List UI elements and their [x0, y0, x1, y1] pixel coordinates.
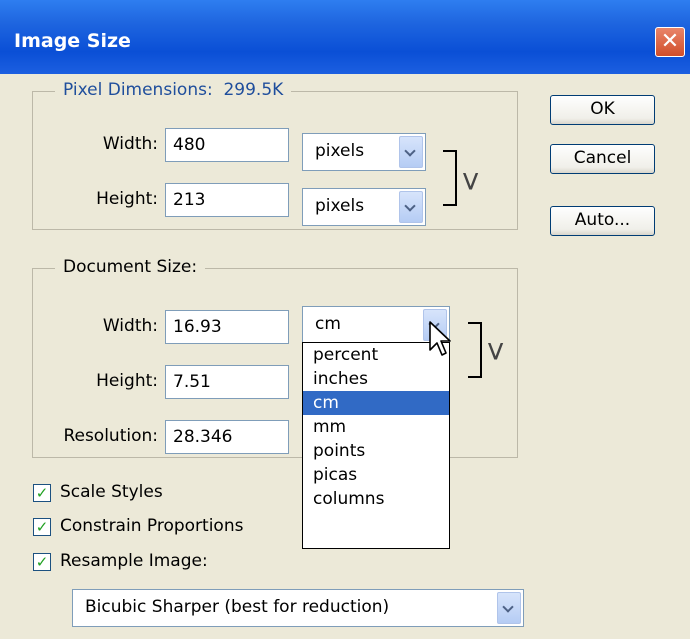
resolution-label: Resolution: — [63, 426, 158, 446]
chevron-down-icon[interactable] — [399, 191, 423, 223]
cancel-button[interactable]: Cancel — [550, 144, 655, 174]
pixel-height-label: Height: — [96, 189, 158, 209]
chevron-down-icon[interactable] — [399, 136, 423, 168]
scale-styles-checkbox[interactable]: ✓ — [33, 484, 51, 502]
pixel-height-unit-select[interactable]: pixels — [302, 188, 426, 226]
constrain-proportions-checkbox[interactable]: ✓ — [33, 518, 51, 536]
unit-dropdown-list: percent inches cm mm points picas column… — [302, 342, 450, 549]
dropdown-option-cm[interactable]: cm — [303, 391, 449, 415]
resample-method-value: Bicubic Sharper (best for reduction) — [85, 597, 390, 617]
pixel-width-label: Width: — [102, 134, 158, 154]
mouse-cursor-icon — [429, 321, 451, 356]
ok-button[interactable]: OK — [550, 95, 655, 125]
chain-link-icon: ⋁ — [463, 170, 479, 191]
window-title: Image Size — [14, 30, 131, 52]
pixel-width-unit-value: pixels — [315, 141, 365, 161]
pixel-dimensions-size: 299.5K — [223, 80, 284, 100]
chain-link-icon: ⋁ — [488, 340, 504, 361]
close-icon: ✕ — [660, 29, 680, 54]
auto-button[interactable]: Auto... — [550, 206, 655, 236]
dropdown-option-columns[interactable]: columns — [303, 487, 449, 511]
scale-styles-label: Scale Styles — [60, 482, 163, 502]
document-width-input[interactable]: 16.93 — [165, 310, 289, 344]
document-size-legend: Document Size: — [55, 257, 206, 277]
document-height-label: Height: — [96, 371, 158, 391]
document-width-unit-value: cm — [315, 314, 341, 334]
dropdown-option-points[interactable]: points — [303, 439, 449, 463]
link-bracket — [468, 322, 482, 378]
dropdown-option-inches[interactable]: inches — [303, 367, 449, 391]
resample-image-label: Resample Image: — [60, 551, 208, 571]
dropdown-option-picas[interactable]: picas — [303, 463, 449, 487]
chevron-down-icon[interactable] — [497, 592, 521, 624]
constrain-proportions-label: Constrain Proportions — [60, 516, 244, 536]
link-bracket — [443, 150, 457, 206]
dropdown-option-mm[interactable]: mm — [303, 415, 449, 439]
pixel-height-unit-value: pixels — [315, 196, 365, 216]
resample-method-select[interactable]: Bicubic Sharper (best for reduction) — [72, 589, 524, 627]
pixel-height-input[interactable]: 213 — [165, 183, 289, 217]
resolution-input[interactable]: 28.346 — [165, 420, 289, 454]
pixel-dimensions-legend: Pixel Dimensions: 299.5K — [55, 80, 292, 100]
resample-image-checkbox[interactable]: ✓ — [33, 553, 51, 571]
document-width-label: Width: — [102, 316, 158, 336]
pixel-width-input[interactable]: 480 — [165, 128, 289, 162]
pixel-width-unit-select[interactable]: pixels — [302, 133, 426, 171]
document-height-input[interactable]: 7.51 — [165, 365, 289, 399]
close-button[interactable]: ✕ — [655, 27, 685, 57]
